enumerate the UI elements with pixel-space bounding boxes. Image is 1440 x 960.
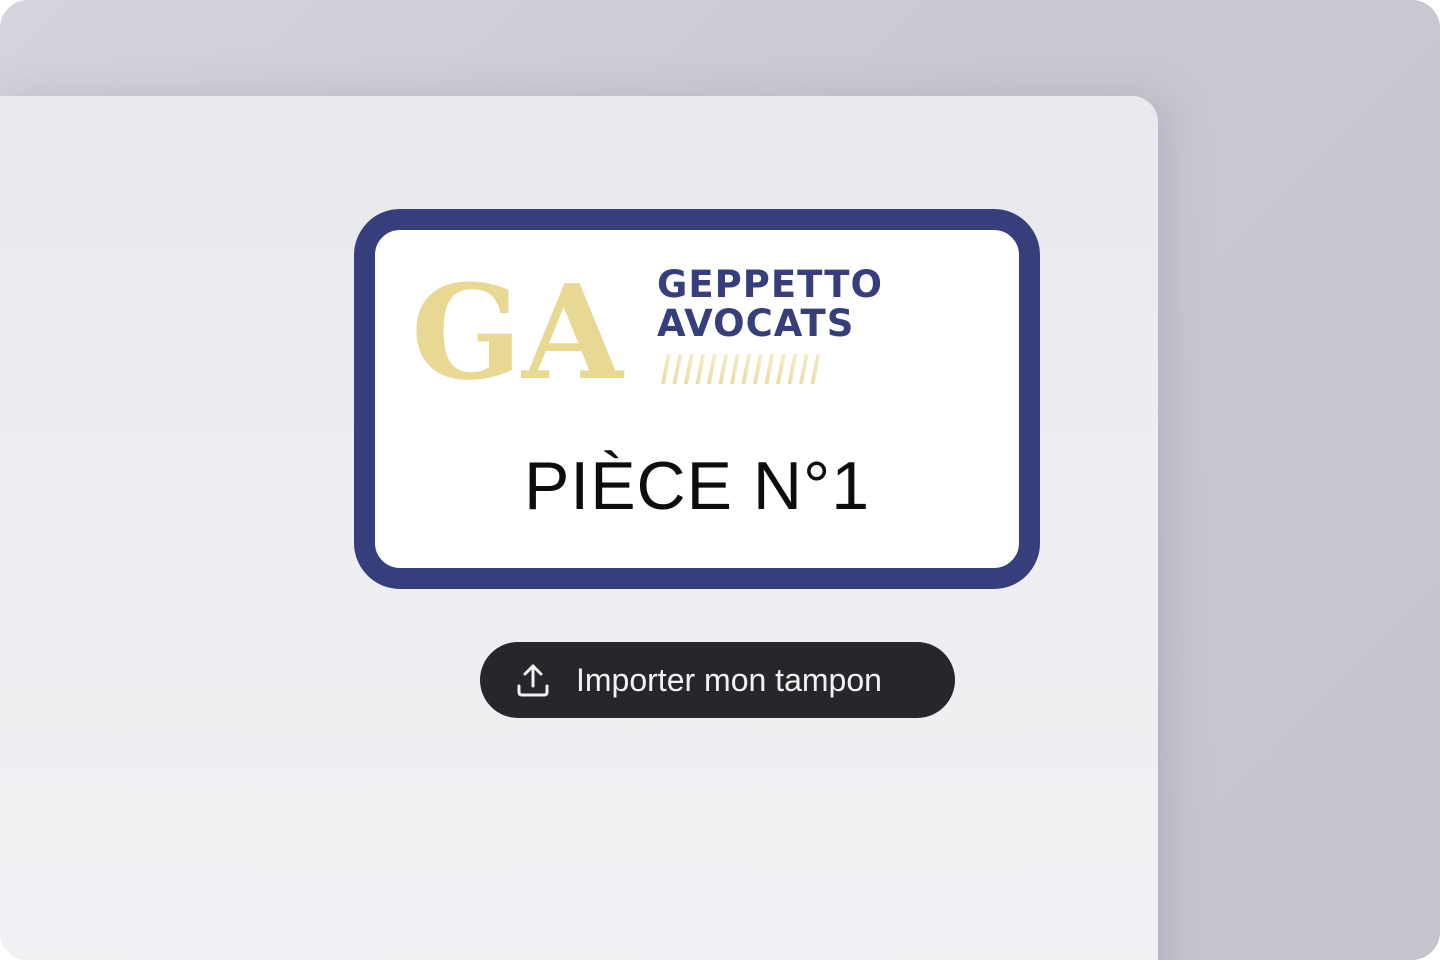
logo-hatch-decoration <box>661 354 821 384</box>
stamp-preview: GA GEPPETTO AVOCATS PIÈCE N°1 <box>354 209 1040 589</box>
brand-name-line-1: GEPPETTO <box>657 263 883 306</box>
upload-icon <box>517 664 549 697</box>
logo-monogram: GA <box>411 268 625 388</box>
piece-number-label: PIÈCE N°1 <box>523 448 871 524</box>
brand-name-line-2: AVOCATS <box>657 302 855 345</box>
svg-text:GA: GA <box>411 268 625 388</box>
app-background: GA GEPPETTO AVOCATS PIÈCE N°1 Importer m… <box>0 0 1440 960</box>
import-stamp-button[interactable]: Importer mon tampon <box>480 642 955 718</box>
import-stamp-label: Importer mon tampon <box>576 662 882 698</box>
